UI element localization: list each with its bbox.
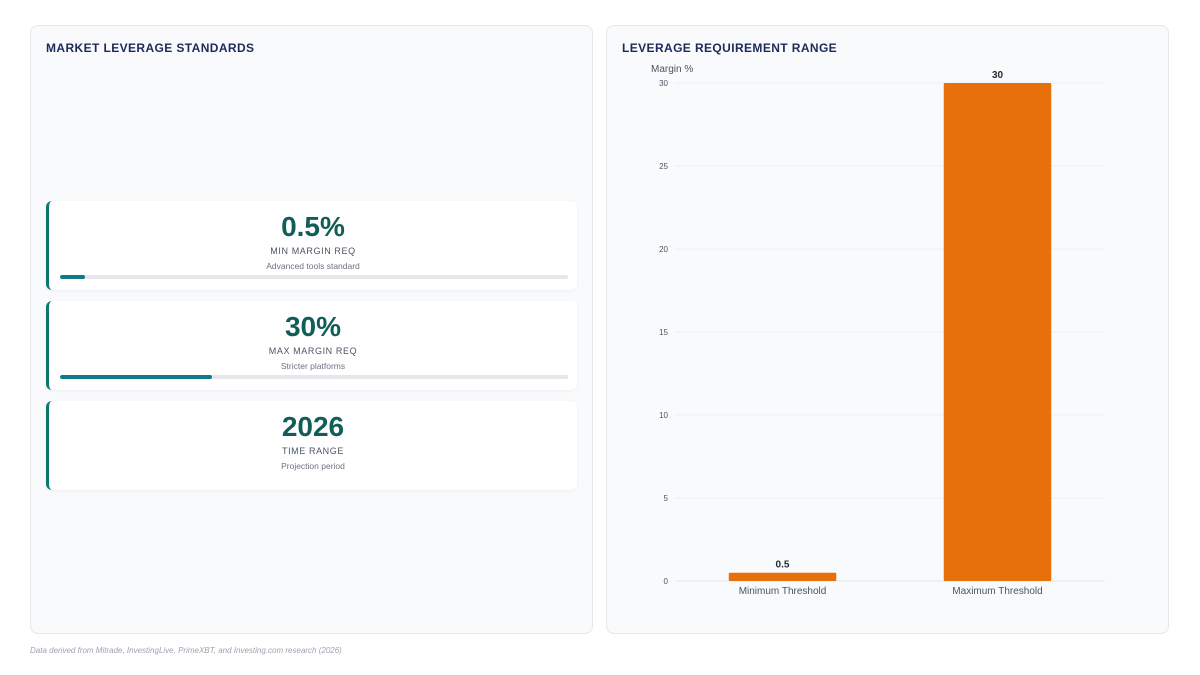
time-range-label: TIME RANGE <box>281 446 344 456</box>
min-margin-subtext: Advanced tools standard <box>266 261 360 271</box>
y-tick-label: 25 <box>659 162 668 171</box>
leverage-range-panel: LEVERAGE REQUIREMENT RANGE Margin % 0 5 10 1… <box>606 25 1169 634</box>
y-tick-label: 20 <box>659 245 668 254</box>
y-tick-label: 5 <box>664 494 669 503</box>
y-tick-label: 30 <box>659 79 668 88</box>
max-margin-progress-fill <box>60 375 213 379</box>
market-leverage-title: MARKET LEVERAGE STANDARDS <box>46 41 255 55</box>
max-margin-value: 30% <box>284 311 342 342</box>
max-margin-progress-track <box>60 375 568 379</box>
y-tick-label: 0 <box>664 577 669 586</box>
min-margin-label: MIN MARGIN REQ <box>270 246 356 256</box>
x-tick-label: Maximum Threshold <box>952 586 1042 597</box>
max-margin-subtext: Stricter platforms <box>280 361 346 371</box>
bar <box>728 572 837 581</box>
time-range-subtext: Projection period <box>281 461 345 471</box>
max-margin-card: 30% MAX MARGIN REQ Stricter platforms <box>46 301 577 390</box>
bar-data-label: 0.5 <box>776 560 790 571</box>
time-range-value: 2026 <box>281 411 345 442</box>
min-margin-value: 0.5% <box>281 211 345 242</box>
min-margin-progress-track <box>60 275 568 279</box>
bar-data-label: 30 <box>992 70 1004 81</box>
market-leverage-panel: MARKET LEVERAGE STANDARDS 0.5% MIN MARGI… <box>30 25 593 634</box>
source-footnote: Data derived from Mitrade, InvestingLive… <box>30 646 342 655</box>
y-axis-label: Margin % <box>651 64 693 75</box>
min-margin-card: 0.5% MIN MARGIN REQ Advanced tools stand… <box>46 201 577 290</box>
x-tick-label: Minimum Threshold <box>739 586 827 597</box>
leverage-bar-chart: Margin % 0 5 10 15 20 25 30 0.5 Minimum Threshold… <box>651 64 1105 597</box>
y-tick-label: 15 <box>659 328 668 337</box>
max-margin-label: MAX MARGIN REQ <box>268 346 358 356</box>
time-range-card: 2026 TIME RANGE Projection period <box>46 401 577 490</box>
min-margin-progress-fill <box>60 275 86 279</box>
bar <box>943 83 1052 581</box>
y-tick-label: 10 <box>659 411 668 420</box>
